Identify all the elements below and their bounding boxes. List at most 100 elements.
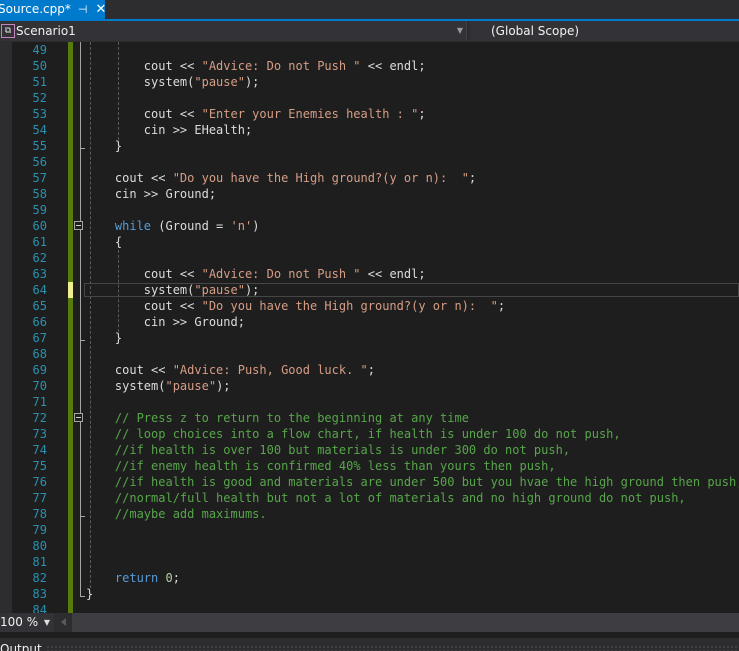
code-line[interactable]: 72 // Press z to return to the beginning… bbox=[0, 410, 739, 426]
line-number: 80 bbox=[32, 539, 47, 553]
code-text: //if health is good and materials are un… bbox=[114, 475, 739, 489]
horizontal-scrollbar[interactable] bbox=[72, 613, 739, 632]
project-label: Scenario1 bbox=[16, 24, 76, 38]
code-line[interactable]: 53 cout << "Enter your Enemies health : … bbox=[0, 106, 739, 122]
code-line[interactable]: 80 bbox=[0, 538, 739, 554]
line-number: 57 bbox=[32, 171, 47, 185]
code-line[interactable]: 70 system("pause"); bbox=[0, 378, 739, 394]
line-number: 63 bbox=[32, 267, 47, 281]
zoom-dropdown[interactable]: 100 % ▼ bbox=[0, 613, 54, 632]
code-line[interactable]: 76 //if health is good and materials are… bbox=[0, 474, 739, 490]
code-line[interactable]: 54 cin >> EHealth; bbox=[0, 122, 739, 138]
code-text: { bbox=[86, 235, 123, 249]
code-line[interactable]: 74 //if health is over 100 but materials… bbox=[0, 442, 739, 458]
code-line[interactable]: 56 bbox=[0, 154, 739, 170]
code-text: cout << "Enter your Enemies health : "; bbox=[86, 107, 426, 121]
chevron-down-icon: ▼ bbox=[43, 618, 50, 627]
project-icon: ⧉ bbox=[1, 24, 15, 38]
code-line[interactable]: 58 cin >> Ground; bbox=[0, 186, 739, 202]
pin-icon[interactable]: ⊣ bbox=[78, 0, 88, 19]
code-line[interactable]: 77 //normal/full health but not a lot of… bbox=[0, 490, 739, 506]
line-number: 54 bbox=[32, 123, 47, 137]
line-number: 70 bbox=[32, 379, 47, 393]
code-text: //normal/full health but not a lot of ma… bbox=[114, 491, 686, 505]
code-text: //if health is over 100 but materials is… bbox=[114, 443, 571, 457]
code-text: return 0; bbox=[114, 571, 180, 585]
code-text: //maybe add maximums. bbox=[114, 507, 267, 521]
scroll-left-icon[interactable] bbox=[61, 618, 66, 626]
code-line[interactable]: 68 bbox=[0, 346, 739, 362]
code-line[interactable]: 50 cout << "Advice: Do not Push " << end… bbox=[0, 58, 739, 74]
line-number: 61 bbox=[32, 235, 47, 249]
output-title[interactable]: Output bbox=[0, 642, 42, 651]
code-line[interactable]: 65 cout << "Do you have the High ground?… bbox=[0, 298, 739, 314]
code-line[interactable]: 61 { bbox=[0, 234, 739, 250]
code-line[interactable]: 79 bbox=[0, 522, 739, 538]
code-line[interactable]: 51 system("pause"); bbox=[0, 74, 739, 90]
project-dropdown[interactable]: ⧉ Scenario1 ▼ bbox=[0, 21, 467, 41]
code-line[interactable]: 49 bbox=[0, 42, 739, 58]
line-number: 73 bbox=[32, 427, 47, 441]
line-number: 67 bbox=[32, 331, 47, 345]
line-number: 56 bbox=[32, 155, 47, 169]
line-number: 74 bbox=[32, 443, 47, 457]
collapse-icon[interactable] bbox=[74, 413, 83, 422]
line-number: 75 bbox=[32, 459, 47, 473]
code-line[interactable]: 62 bbox=[0, 250, 739, 266]
code-text: while (Ground = 'n') bbox=[114, 219, 260, 233]
chevron-down-icon: ▼ bbox=[456, 26, 463, 35]
code-line[interactable]: 75 //if enemy health is confirmed 40% le… bbox=[0, 458, 739, 474]
navigation-bar: ⧉ Scenario1 ▼ (Global Scope) bbox=[0, 21, 739, 43]
code-line[interactable]: 67 } bbox=[0, 330, 739, 346]
code-line[interactable]: 64 system("pause"); bbox=[0, 282, 739, 298]
close-icon[interactable]: ✕ bbox=[95, 0, 106, 19]
code-text: cout << "Do you have the High ground?(y … bbox=[86, 171, 477, 185]
code-line[interactable]: 73 // loop choices into a flow chart, if… bbox=[0, 426, 739, 442]
line-number: 69 bbox=[32, 363, 47, 377]
panel-grip[interactable] bbox=[46, 645, 739, 651]
line-number: 79 bbox=[32, 523, 47, 537]
line-number: 83 bbox=[32, 587, 47, 601]
code-line[interactable]: 66 cin >> Ground; bbox=[0, 314, 739, 330]
output-panel-header: Output bbox=[0, 638, 739, 651]
scope-label: (Global Scope) bbox=[491, 24, 580, 38]
code-text: cin >> Ground; bbox=[86, 315, 245, 329]
scope-dropdown[interactable]: (Global Scope) bbox=[470, 21, 739, 41]
code-line[interactable]: 69 cout << "Advice: Push, Good luck. "; bbox=[0, 362, 739, 378]
line-number: 55 bbox=[32, 139, 47, 153]
code-text: } bbox=[86, 587, 94, 601]
line-number: 50 bbox=[32, 59, 47, 73]
code-text: cout << "Advice: Push, Good luck. "; bbox=[86, 363, 376, 377]
tab-source-cpp[interactable]: Source.cpp* ⊣ ✕ bbox=[0, 0, 106, 19]
code-text: cin >> Ground; bbox=[86, 187, 217, 201]
code-text: } bbox=[86, 331, 123, 345]
code-text: // loop choices into a flow chart, if he… bbox=[114, 427, 621, 441]
code-text: cout << "Advice: Do not Push " << endl; bbox=[86, 59, 426, 73]
code-text: //if enemy health is confirmed 40% less … bbox=[114, 459, 556, 473]
code-line[interactable]: 84 bbox=[0, 602, 739, 613]
code-line[interactable]: 63 cout << "Advice: Do not Push " << end… bbox=[0, 266, 739, 282]
code-line[interactable]: 71 bbox=[0, 394, 739, 410]
code-text: system("pause"); bbox=[86, 379, 231, 393]
code-line[interactable]: 78 //maybe add maximums. bbox=[0, 506, 739, 522]
code-line[interactable]: 59 bbox=[0, 202, 739, 218]
line-number: 82 bbox=[32, 571, 47, 585]
line-number: 64 bbox=[32, 283, 47, 297]
collapse-icon[interactable] bbox=[74, 221, 83, 230]
line-number: 76 bbox=[32, 475, 47, 489]
line-number: 81 bbox=[32, 555, 47, 569]
code-line[interactable]: 57 cout << "Do you have the High ground?… bbox=[0, 170, 739, 186]
code-line[interactable]: 82 return 0; bbox=[0, 570, 739, 586]
code-editor[interactable]: 49 50 cout << "Advice: Do not Push " << e… bbox=[0, 42, 739, 613]
line-number: 52 bbox=[32, 91, 47, 105]
code-line[interactable]: 52 bbox=[0, 90, 739, 106]
code-line[interactable]: 55 } bbox=[0, 138, 739, 154]
line-number: 72 bbox=[32, 411, 47, 425]
document-tab-strip: Source.cpp* ⊣ ✕ bbox=[0, 0, 739, 19]
line-number: 84 bbox=[32, 603, 47, 613]
code-text: system("pause"); bbox=[86, 75, 260, 89]
code-line[interactable]: 81 bbox=[0, 554, 739, 570]
tab-title: Source.cpp* bbox=[0, 2, 71, 16]
code-line[interactable]: 60 while (Ground = 'n') bbox=[0, 218, 739, 234]
code-line[interactable]: 83} bbox=[0, 586, 739, 602]
